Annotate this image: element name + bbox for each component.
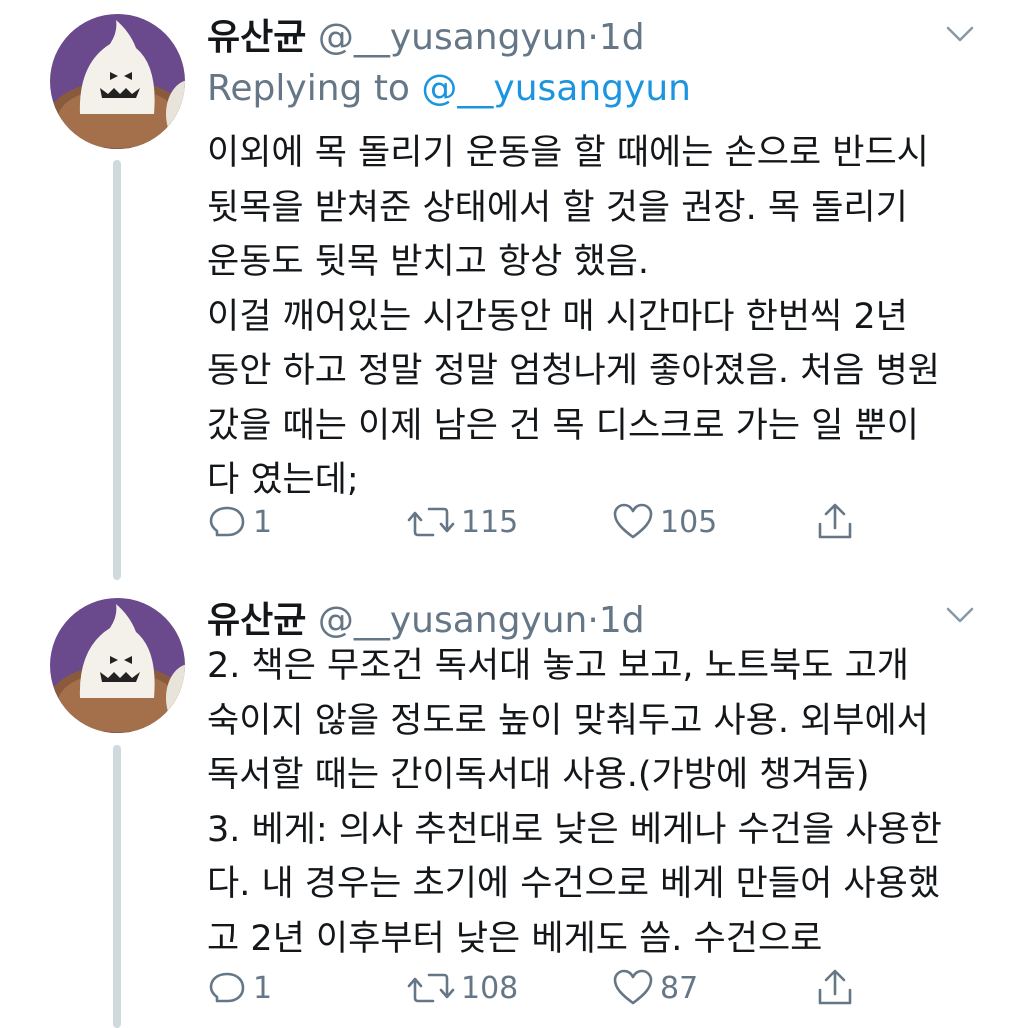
tweet-header: 유산균 @__yusangyun·1d [207,8,645,60]
author-name[interactable]: 유산균 [207,17,306,58]
tweet-text-line: 다. 내 경우는 초기에 수건으로 베게 만들어 사용했 [207,864,941,904]
chevron-down-icon[interactable] [944,18,976,50]
tweet-text-line: 갔을 때는 이제 남은 건 목 디스크로 가는 일 뿐이 [207,405,919,446]
share-button[interactable] [815,968,855,1008]
tweet[interactable]: 유산균 @__yusangyun·1d 2. 책은 무조건 독서대 놓고 보고,… [0,585,1024,1028]
timestamp[interactable]: 1d [599,600,645,641]
tweet-text-line: 이걸 깨어있는 시간동안 매 시간마다 한번씩 2년 [207,296,908,337]
reply-count: 1 [253,970,273,1006]
tweet-text-line: 독서할 때는 간이독서대 사용.(가방에 챙겨둠) [207,755,870,795]
tweet-text-line: 동안 하고 정말 정말 엄청나게 좋아졌음. 처음 병원 [207,351,941,391]
tweet-text-line: 고 2년 이후부터 낮은 베게도 씀. 수건으로 [207,918,823,959]
like-icon [613,969,653,1005]
tweet-text-line: 3. 베게: 의사 추천대로 낮은 베게나 수건을 사용한 [207,809,942,850]
tweet-text-line: 다 였는데; [207,460,359,500]
reply-button[interactable]: 1 [207,968,272,1008]
tweet-text-line: 운동도 뒷목 받치고 항상 했음. [207,242,650,282]
retweet-count: 115 [461,504,519,540]
ghost-avatar-image [50,598,185,733]
tweet-actions: 1 115 105 [207,502,967,542]
retweet-count: 108 [461,970,519,1006]
share-icon [818,503,852,539]
separator-dot: · [587,17,599,58]
tweet-text: 이외에 목 돌리기 운동을 할 때에는 손으로 반드시 뒷목을 받쳐준 상태에서… [207,126,997,508]
tweet-text-line: 2. 책은 무조건 독서대 놓고 보고, 노트북도 고개 [207,646,909,686]
reply-count: 1 [253,504,273,540]
avatar[interactable] [50,598,185,733]
retweet-button[interactable]: 108 [407,968,518,1008]
avatar[interactable] [50,14,185,149]
share-button[interactable] [815,502,855,542]
ghost-avatar-image [50,14,185,149]
reply-button[interactable]: 1 [207,502,272,542]
tweet-actions: 1 108 87 [207,968,967,1008]
retweet-button[interactable]: 115 [407,502,518,542]
tweet[interactable]: 유산균 @__yusangyun·1d Replying to @__yusan… [0,0,1024,580]
author-name[interactable]: 유산균 [207,600,306,641]
thread-line [113,160,121,580]
tweet-text-line: 숙이지 않을 정도로 높이 맞춰두고 사용. 외부에서 [207,700,929,741]
timestamp[interactable]: 1d [599,17,645,58]
chevron-down-icon[interactable] [944,599,976,631]
author-handle[interactable]: @__yusangyun [318,600,588,641]
replying-to: Replying to @__yusangyun [207,68,691,109]
like-count: 105 [660,504,718,540]
tweet-header: 유산균 @__yusangyun·1d [207,591,645,643]
retweet-icon [407,973,455,1003]
replying-to-label: Replying to [207,68,410,109]
replying-to-handle[interactable]: @__yusangyun [421,68,691,109]
retweet-icon [407,507,455,537]
tweet-text-line: 뒷목을 받쳐준 상태에서 할 것을 권장. 목 돌리기 [207,187,908,228]
like-button[interactable]: 87 [612,968,698,1008]
reply-icon [209,506,245,537]
separator-dot: · [587,600,599,641]
share-icon [818,969,852,1005]
tweet-text: 2. 책은 무조건 독서대 놓고 보고, 노트북도 고개 숙이지 않을 정도로 … [207,639,997,966]
author-handle[interactable]: @__yusangyun [318,17,588,58]
thread-line [113,745,121,1028]
like-icon [613,503,653,539]
like-count: 87 [660,970,699,1006]
tweet-text-line: 이외에 목 돌리기 운동을 할 때에는 손으로 반드시 [207,133,929,173]
reply-icon [209,972,245,1003]
like-button[interactable]: 105 [612,502,717,542]
